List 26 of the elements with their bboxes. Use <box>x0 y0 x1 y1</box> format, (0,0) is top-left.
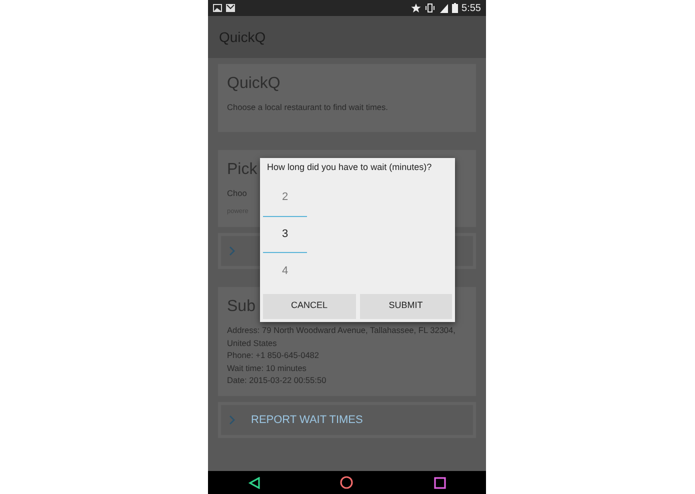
battery-icon <box>452 3 458 13</box>
detail-line: Date: 2015-03-22 00:55:50 <box>227 374 326 386</box>
picker-value[interactable]: 2 <box>263 178 307 216</box>
vibrate-icon <box>424 3 435 13</box>
status-time: 5:55 <box>462 2 481 16</box>
link-row[interactable]: REPORT WAIT TIMES <box>218 402 476 438</box>
detail-line: Address: 79 North Woodward Avenue, Tallahassee, FL 32304, United States <box>227 324 456 350</box>
dialog-button[interactable]: SUBMIT <box>360 294 452 318</box>
image-icon <box>213 4 222 12</box>
link-label: REPORT WAIT TIMES <box>251 413 363 428</box>
detail-line: Wait time: 10 minutes <box>227 362 306 374</box>
back-icon[interactable] <box>248 476 260 488</box>
dialog-title: How long did you have to wait (minutes)? <box>266 161 433 174</box>
chevron-icon <box>229 415 235 426</box>
home-icon[interactable] <box>340 476 354 489</box>
picker-value[interactable]: 3 <box>263 216 307 252</box>
chevron-icon <box>229 246 235 256</box>
picker-value[interactable]: 4 <box>263 252 307 290</box>
card-text: Choo <box>227 186 247 200</box>
star-icon <box>410 3 421 13</box>
dialog-button[interactable]: CANCEL <box>263 294 356 318</box>
card-text: Choose a local restaurant to find wait times. <box>227 101 388 114</box>
detail-line: Phone: +1 850-645-0482 <box>227 349 320 362</box>
mail-icon <box>226 4 235 12</box>
signal-icon <box>438 3 448 13</box>
recents-icon[interactable] <box>434 476 446 488</box>
